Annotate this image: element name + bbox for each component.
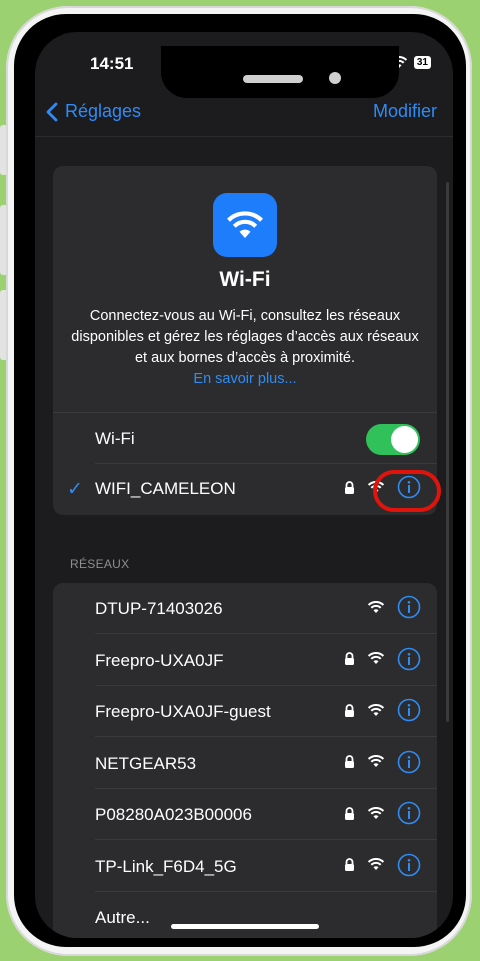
wifi-signal-icon [367,600,385,614]
network-icons [367,595,421,619]
highlight-circle [373,470,441,512]
nav-divider [35,136,453,137]
toggle-knob [391,426,418,453]
info-icon[interactable] [397,750,421,774]
wifi-app-icon [213,193,277,257]
current-network-name: WIFI_CAMELEON [95,479,236,498]
network-name: Freepro-UXA0JF-guest [95,702,271,721]
info-icon[interactable] [397,801,421,825]
back-button[interactable]: Réglages [45,101,141,122]
network-row[interactable]: Freepro-UXA0JF [53,635,437,686]
camera [329,72,341,84]
lock-icon [344,480,355,494]
speaker [243,75,303,83]
info-icon[interactable] [397,853,421,877]
wifi-signal-icon [367,652,385,665]
network-row[interactable]: P08280A023B00006 [53,789,437,840]
screen: 14:51 31 Réglages Modifier Wi-Fi Connect… [35,32,453,938]
wifi-toggle-label: Wi-Fi [95,429,135,448]
network-name: P08280A023B00006 [95,805,252,824]
wifi-signal-icon [367,806,385,820]
lock-icon [344,858,355,871]
network-icons [344,853,421,877]
back-label: Réglages [65,101,142,121]
network-row[interactable]: DTUP-71403026 [53,583,437,634]
networks-card: DTUP-71403026 Freepro-UXA0JF Freepro-UXA0J… [53,583,437,938]
network-row[interactable]: TP-Link_F6D4_5G [53,841,437,892]
network-name: TP-Link_F6D4_5G [95,856,237,876]
lock-icon [344,652,355,665]
info-icon[interactable] [397,647,421,671]
notch [161,46,399,98]
lock-icon [344,703,355,717]
checkmark-icon: ✓ [67,479,83,500]
network-icons [344,647,421,671]
hero-description: Connectez-vous au Wi-Fi, consultez les r… [71,308,419,366]
edit-button[interactable]: Modifier [373,101,437,122]
scroll-indicator [446,182,449,722]
lock-icon [344,755,355,768]
learn-more-link[interactable]: En savoir plus... [53,371,437,387]
wifi-toggle[interactable] [366,424,420,455]
chevron-left-icon [46,102,58,121]
home-indicator [171,924,319,929]
wifi-toggle-row: Wi-Fi [53,412,437,464]
networks-section-label: RÉSEAUX [70,557,130,571]
wifi-signal-icon [367,755,385,768]
network-row[interactable]: Freepro-UXA0JF-guest [53,686,437,737]
info-icon[interactable] [397,595,421,619]
network-icons [344,750,421,774]
wifi-card: Wi-Fi Connectez-vous au Wi-Fi, consultez… [53,166,437,515]
wifi-signal-icon [367,703,385,717]
info-icon[interactable] [397,698,421,722]
network-name: DTUP-71403026 [95,599,223,618]
network-row[interactable]: NETGEAR53 [53,738,437,789]
battery-icon: 31 [413,56,431,69]
page-title: Wi-Fi [219,268,271,291]
wifi-signal-icon [367,858,385,871]
network-name: NETGEAR53 [95,753,197,773]
network-name: Freepro-UXA0JF [95,650,224,670]
network-icons [344,698,421,722]
network-name: Autre... [95,908,150,927]
lock-icon [344,806,355,820]
network-row[interactable]: Autre... [53,892,437,938]
network-icons [344,801,421,825]
status-time: 14:51 [90,54,134,73]
